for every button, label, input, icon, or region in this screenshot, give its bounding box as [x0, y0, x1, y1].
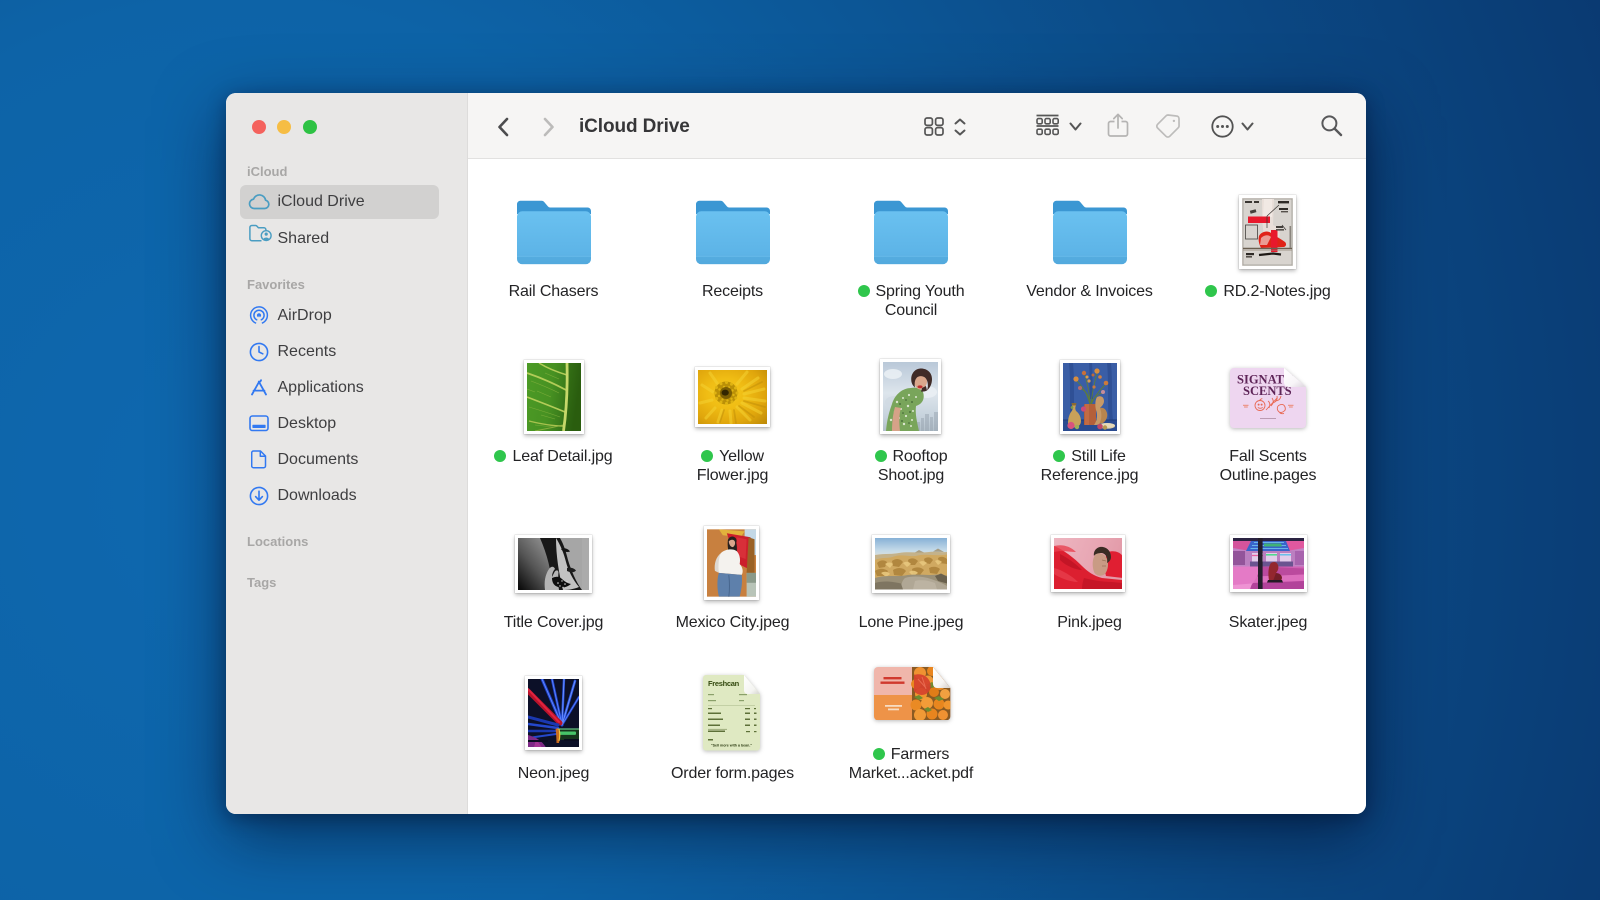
svg-text:SCENTS: SCENTS — [1243, 384, 1292, 398]
svg-text:Freshcan: Freshcan — [708, 679, 740, 688]
svg-text:"Sell more with a bean.": "Sell more with a bean." — [711, 744, 752, 748]
